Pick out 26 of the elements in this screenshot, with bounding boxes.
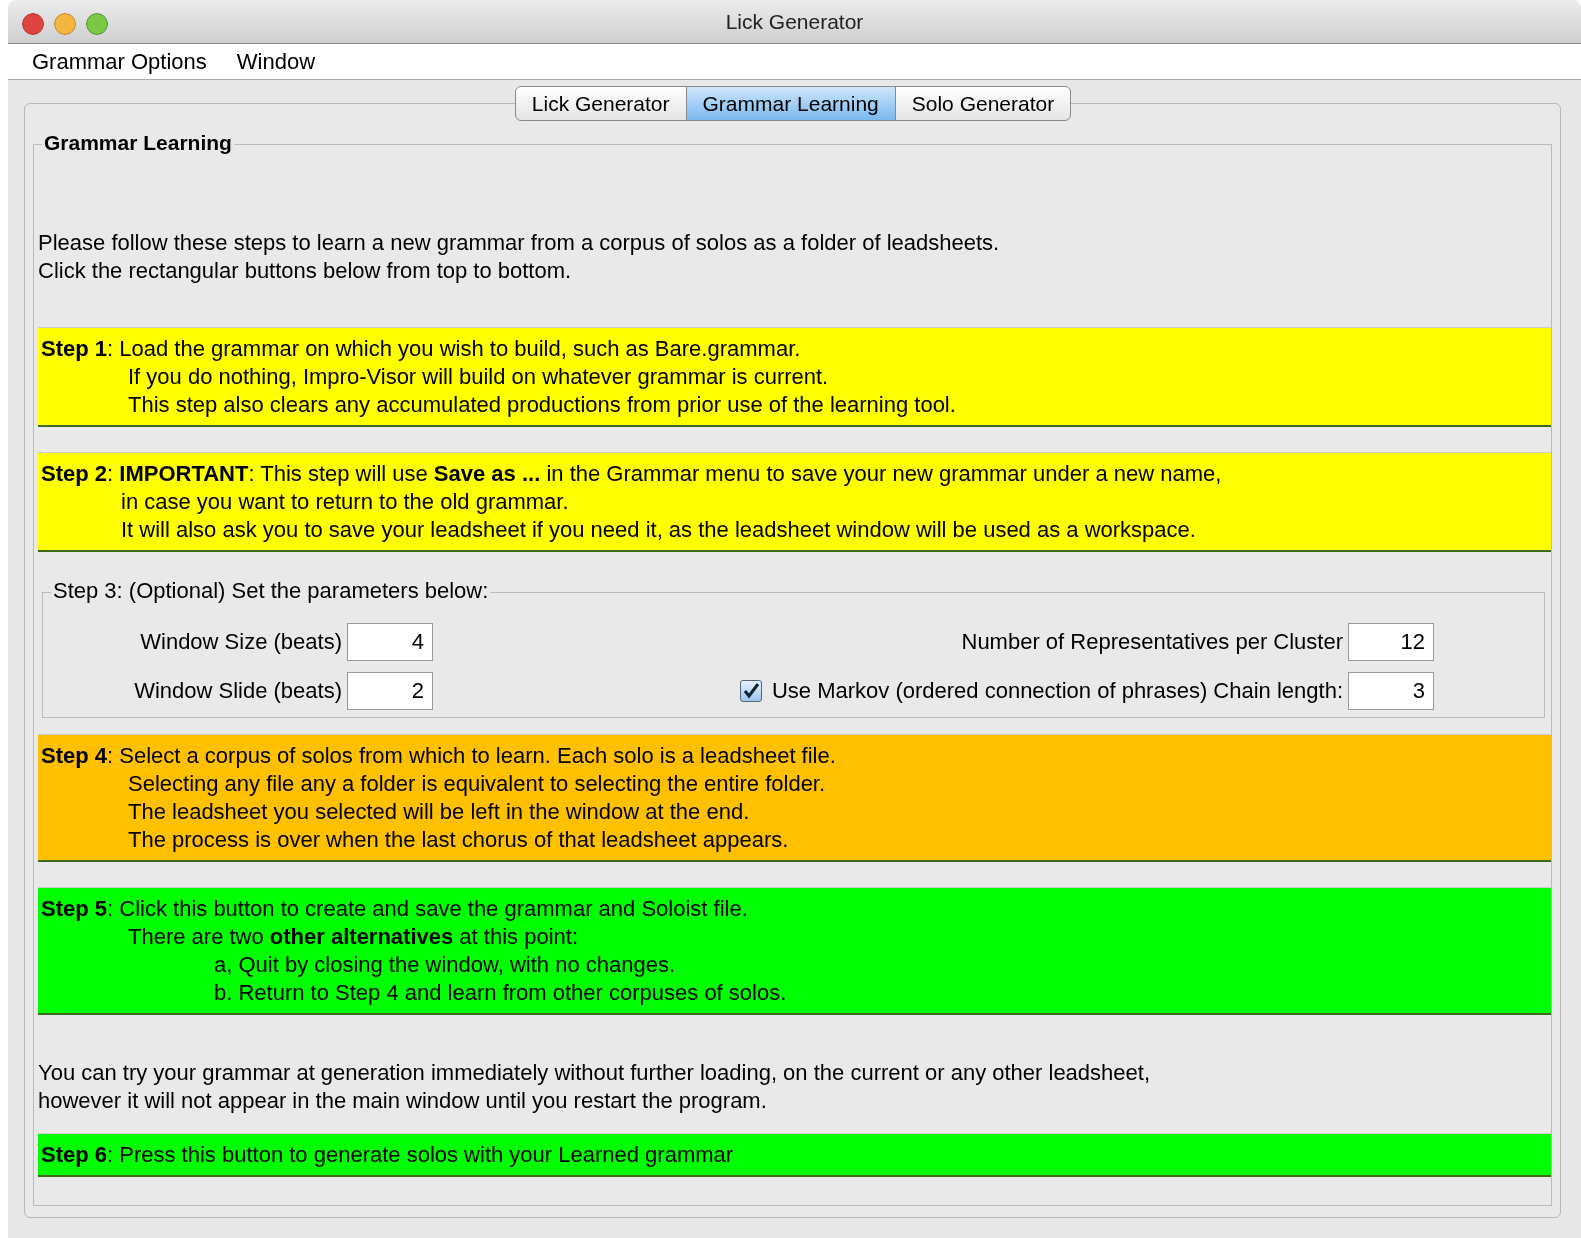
menu-item[interactable]: Grammar Options [32,48,207,75]
checkbox[interactable] [739,679,762,702]
step-button[interactable]: Step 6: Press this button to generate solos with your Learned grammar [38,1133,1551,1177]
step-button[interactable]: Step 4: Select a corpus of solos from which to learn. Each solo is a leadsheet file. Selecting any file any a folder is equivalent to selecting the entire folder. The leadsheet you selected will be left in the window at the end. The process is over when the last chorus of that leadsheet appears. [38,734,1551,862]
window-title: Lick Generator [725,9,864,34]
step-button[interactable]: Step 5: Click this button to create and save the grammar and Soloist file. There are two other alternatives at this point: a, Quit by closing the window, with no changes. b. Return to Step 4 and learn from other corpuses of solos. [38,887,1551,1015]
close-icon[interactable] [22,13,44,35]
input-field[interactable]: 12 [1348,622,1434,661]
instruction-text: Please follow these steps to learn a new grammar from a corpus of solos as a folder of leadsheets. [38,229,1001,257]
instruction-text: You can try your grammar at generation immediately without further loading, on the current or any other leadsheet, [38,1059,1152,1087]
field-label: Window Size (beats) [140,628,342,655]
checkbox-label: Use Markov (ordered connection of phrases) Chain length: [771,677,1343,704]
instruction-text: Click the rectangular buttons below from top to bottom. [38,257,573,285]
tab[interactable]: Lick Generator [514,86,687,121]
input-field[interactable]: 3 [1348,671,1434,710]
step-button[interactable]: Step 1: Load the grammar on which you wish to build, such as Bare.grammar. If you do nothing, Impro-Visor will build on whatever grammar is current. This step also clears any accumulated productions from prior use of the learning tool. [38,327,1551,427]
step-button[interactable]: Step 2: IMPORTANT: This step will use Save as ... in the Grammar menu to save your new grammar under a new name, in case you want to return to the old grammar. It will also ask you to save your leadsheet if you need it, as the leadsheet window will be used as a workspace. [38,452,1551,552]
tab[interactable]: Solo Generator [894,86,1072,121]
zoom-icon[interactable] [86,13,108,35]
field-label: Window Slide (beats) [134,677,342,704]
field-label: Number of Representatives per Cluster [961,628,1343,655]
menu-item[interactable]: Window [236,48,316,75]
input-field[interactable]: 4 [347,622,433,661]
instruction-text: however it will not appear in the main window until you restart the program. [38,1087,768,1115]
input-field[interactable]: 2 [347,671,433,710]
tab[interactable]: Grammar Learning [685,86,896,121]
